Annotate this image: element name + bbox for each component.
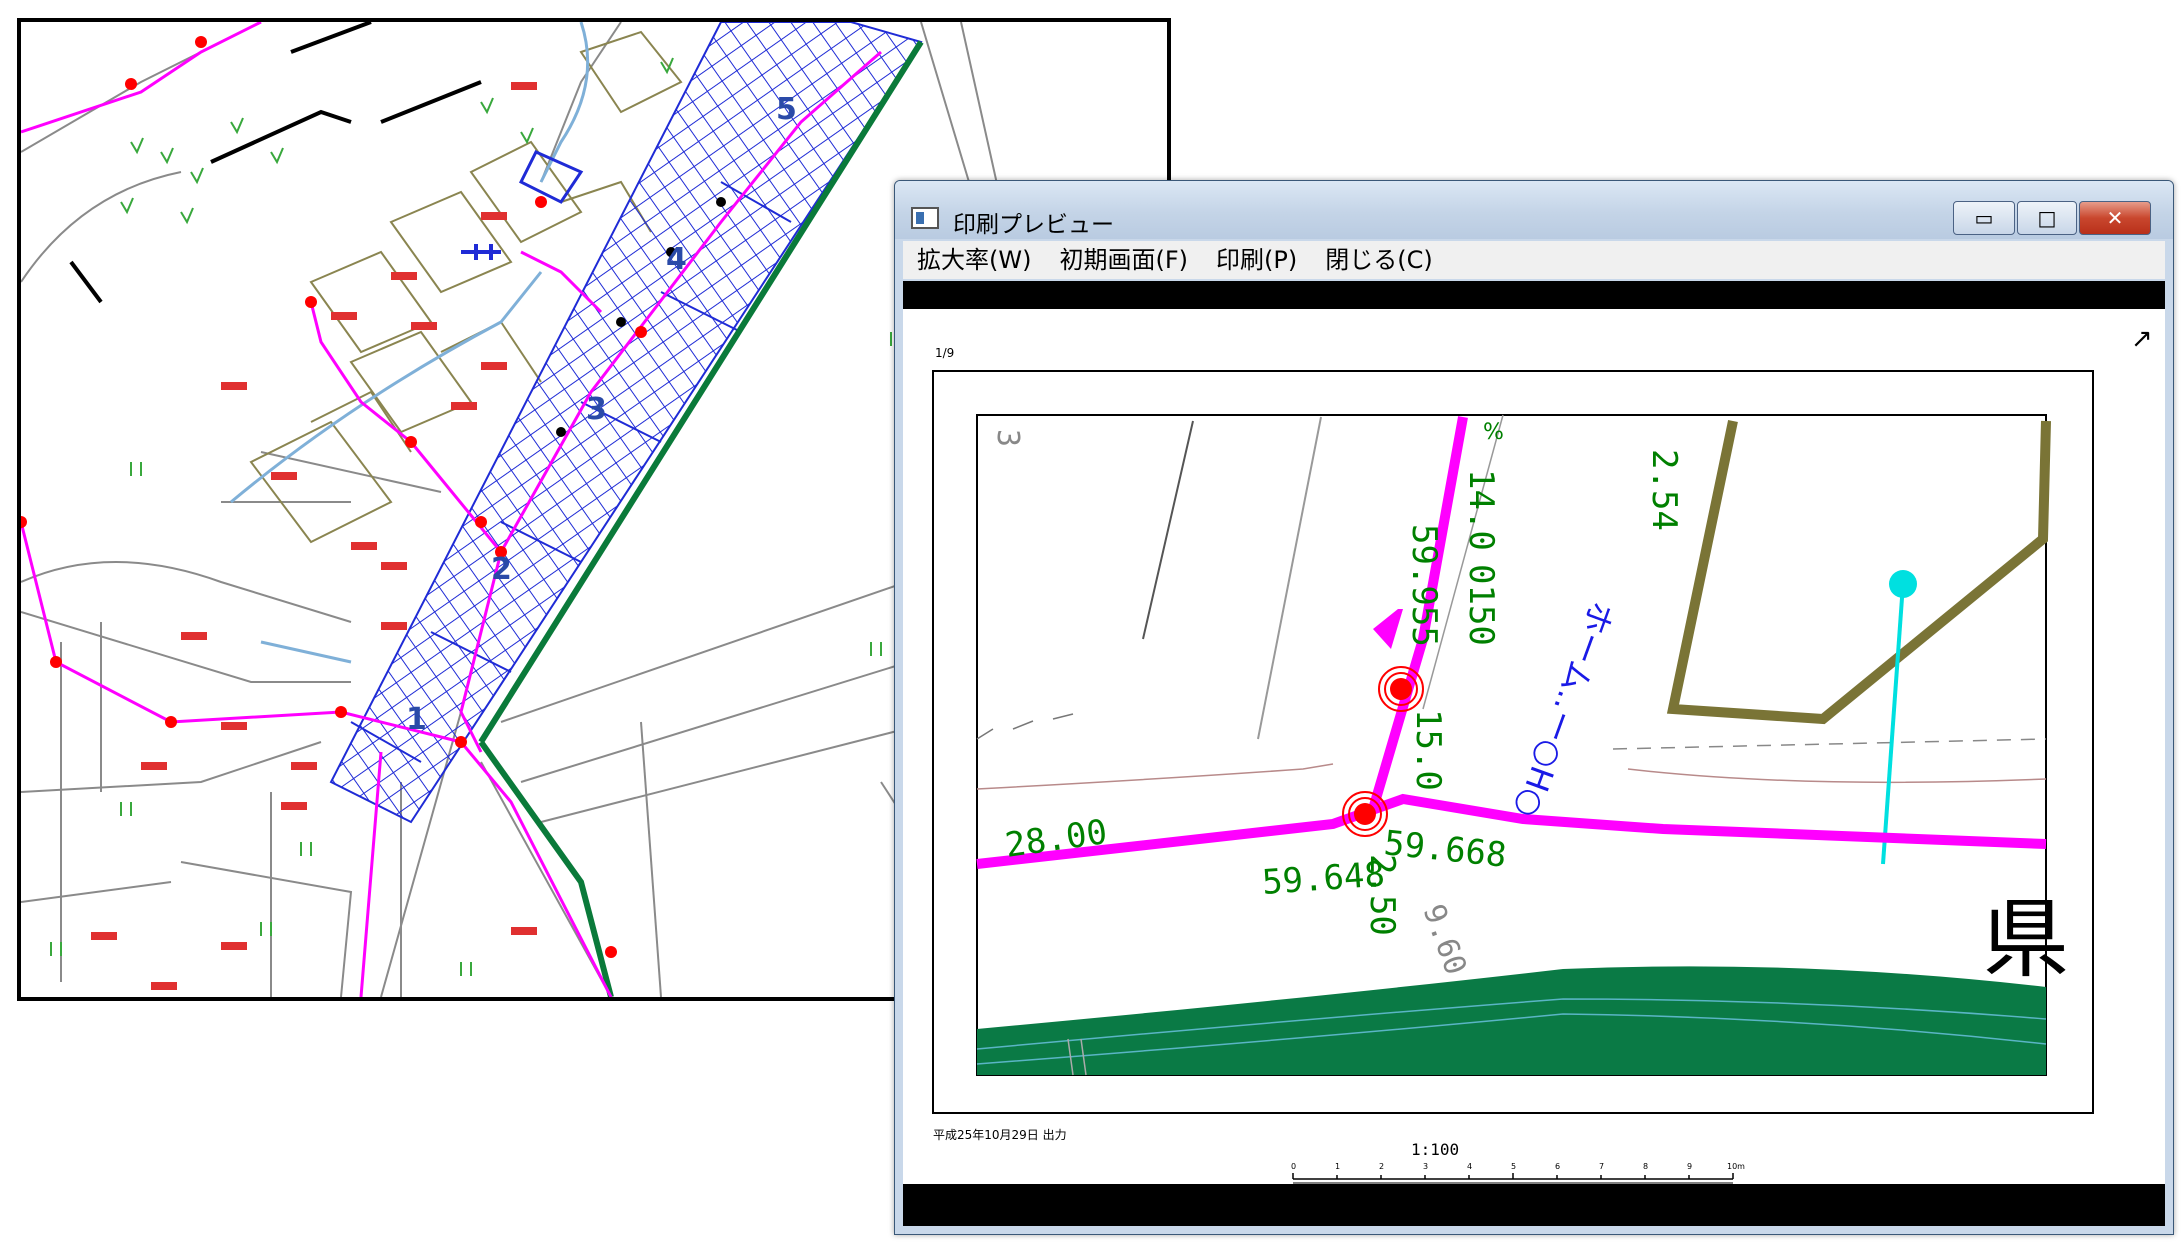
maximize-button[interactable]: □ <box>2017 201 2077 235</box>
svg-text:0: 0 <box>1291 1162 1296 1171</box>
scale-tick-labels: 0 1 2 3 4 5 6 7 8 9 10m <box>1291 1162 1745 1171</box>
svg-text:10m: 10m <box>1727 1162 1745 1171</box>
svg-text:7: 7 <box>1599 1162 1604 1171</box>
menu-bar: 拡大率(W) 初期画面(F) 印刷(P) 閉じる(C) <box>903 241 2165 279</box>
menu-print[interactable]: 印刷(P) <box>1202 241 1311 279</box>
strip-label-1: 1 <box>406 702 427 737</box>
pipe-dimension-3: 15.0 <box>1408 709 1448 791</box>
svg-text:6: 6 <box>1555 1162 1560 1171</box>
svg-text:2: 2 <box>1379 1162 1384 1171</box>
close-icon: ✕ <box>2106 206 2124 230</box>
kanji-label: 県 <box>1983 890 2069 990</box>
page-number: 1/9 <box>935 346 954 360</box>
print-preview-window[interactable]: 印刷プレビュー ▭ □ ✕ 拡大率(W) 初期画面(F) 印刷(P) 閉じる(C… <box>894 180 2174 1235</box>
svg-text:5: 5 <box>1511 1162 1516 1171</box>
close-button[interactable]: ✕ <box>2079 201 2151 235</box>
preview-drawing: 1/9 ↗ 28.00 59.648 59.668 59.955 14.0 01… <box>932 324 2153 1184</box>
minimize-icon: ▭ <box>1974 206 1994 230</box>
north-arrow-icon: ↗ <box>2131 324 2153 354</box>
pipe-dimension-4: 2.50 <box>1362 854 1402 936</box>
height-label: 2.54 <box>1644 449 1684 531</box>
strip-label-3: 3 <box>586 392 607 427</box>
strip-label-2: 2 <box>491 552 512 587</box>
strip-label-4: 4 <box>666 242 687 277</box>
output-date-label: 平成25年10月29日 出力 <box>933 1128 1067 1142</box>
menu-initial-view[interactable]: 初期画面(F) <box>1045 241 1202 279</box>
maximize-icon: □ <box>2037 206 2057 230</box>
page-sheet[interactable]: 1/9 ↗ 28.00 59.648 59.668 59.955 14.0 01… <box>903 309 2165 1184</box>
svg-text:3: 3 <box>1423 1162 1428 1171</box>
svg-text:9: 9 <box>1687 1162 1692 1171</box>
menu-close[interactable]: 閉じる(C) <box>1311 241 1446 279</box>
minimize-button[interactable]: ▭ <box>1953 201 2015 235</box>
svg-text:8: 8 <box>1643 1162 1648 1171</box>
svg-text:4: 4 <box>1467 1162 1472 1171</box>
preview-area[interactable]: 1/9 ↗ 28.00 59.648 59.668 59.955 14.0 01… <box>903 281 2165 1226</box>
percent-label: % <box>1483 420 1504 445</box>
scale-label: 1:100 <box>1411 1140 1459 1159</box>
menu-zoom[interactable]: 拡大率(W) <box>903 241 1045 279</box>
blue-marker-icon <box>461 244 501 260</box>
app-icon[interactable] <box>911 207 939 229</box>
small-number-label: 3 <box>990 429 1025 447</box>
strip-label-5: 5 <box>776 92 797 127</box>
pipe-dimension-2: 0150 <box>1461 564 1501 646</box>
elevation-upper-label: 59.955 <box>1404 524 1444 647</box>
pipe-dimension-1: 14.0 <box>1461 469 1501 551</box>
svg-text:1: 1 <box>1335 1162 1340 1171</box>
title-bar[interactable]: 印刷プレビュー ▭ □ ✕ <box>895 181 2173 239</box>
scale-bar <box>1292 1173 1734 1184</box>
window-title: 印刷プレビュー <box>953 212 1114 238</box>
